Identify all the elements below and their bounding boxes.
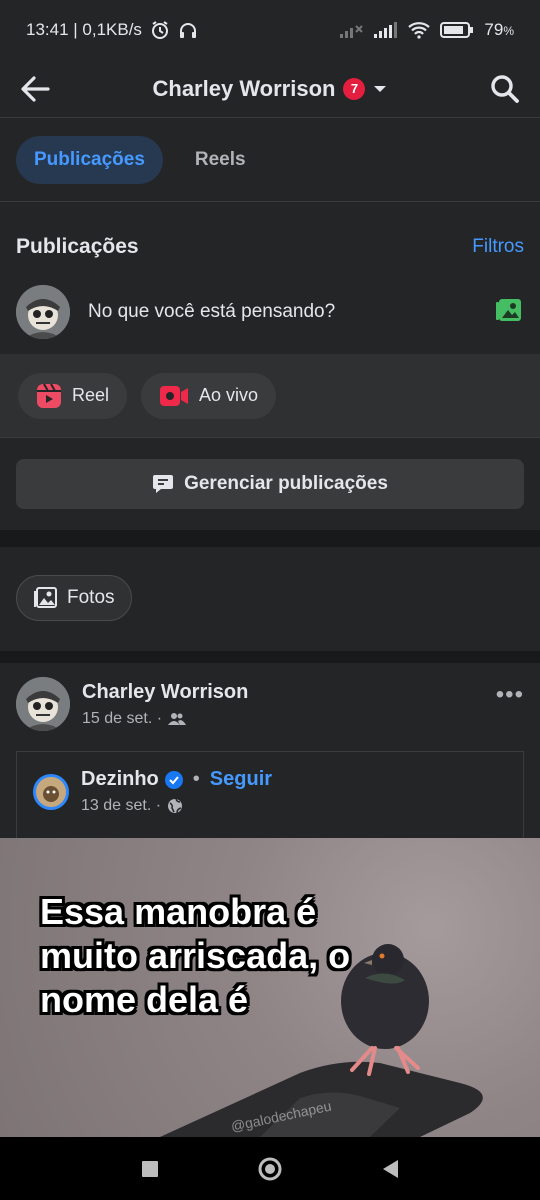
post-author-avatar[interactable]	[16, 677, 70, 731]
shared-author-name[interactable]: Dezinho	[81, 768, 159, 791]
photos-section: Fotos	[0, 547, 540, 651]
search-button[interactable]	[470, 60, 540, 118]
globe-icon	[168, 798, 183, 814]
shared-post: Dezinho • Seguir 13 de set. ·	[16, 751, 524, 851]
manage-posts-button[interactable]: Gerenciar publicações	[16, 459, 524, 509]
wifi-icon	[408, 21, 431, 39]
section-title: Publicações	[16, 235, 139, 258]
avatar[interactable]	[16, 285, 70, 339]
tab-publicacoes[interactable]: Publicações	[16, 135, 163, 184]
back-button[interactable]	[0, 60, 70, 118]
alarm-icon	[150, 20, 170, 40]
meme-line-2: muito arriscada, o	[40, 935, 351, 976]
recents-button[interactable]	[130, 1149, 170, 1189]
photos-icon	[34, 587, 57, 608]
verified-badge-icon	[164, 770, 183, 789]
follow-button[interactable]: Seguir	[210, 768, 272, 791]
reel-icon	[37, 383, 61, 408]
battery-unit: %	[503, 24, 514, 38]
live-video-icon	[160, 385, 189, 406]
composer[interactable]: No que você está pensando?	[0, 282, 540, 342]
post-more-button[interactable]: •••	[496, 681, 524, 709]
post-header: Charley Worrison 15 de set. ·	[16, 677, 248, 731]
friends-icon	[168, 712, 187, 725]
composer-placeholder[interactable]: No que você está pensando?	[88, 301, 494, 323]
manage-section: Gerenciar publicações	[0, 438, 540, 530]
post-image[interactable]: Essa manobra é muito arriscada, o nome d…	[0, 838, 540, 1137]
tab-bar: Publicações Reels	[0, 118, 540, 202]
shared-author-avatar[interactable]	[33, 773, 69, 810]
circle-icon	[258, 1157, 282, 1180]
battery-icon	[440, 21, 474, 39]
search-icon	[491, 74, 519, 103]
meme-line-1: Essa manobra é	[40, 891, 317, 932]
system-nav-bar	[0, 1137, 540, 1200]
photos-label: Fotos	[67, 587, 115, 608]
posts-section: Publicações Filtros No que você está pen…	[0, 202, 540, 354]
headphones-icon	[178, 20, 198, 40]
status-bar: 13:41 | 0,1KB/s 79%	[0, 0, 540, 60]
app-bar: Charley Worrison 7	[0, 60, 540, 118]
photo-icon[interactable]	[494, 296, 524, 329]
triangle-back-icon	[383, 1159, 398, 1178]
square-icon	[142, 1160, 158, 1177]
live-label: Ao vivo	[199, 385, 259, 405]
manage-posts-label: Gerenciar publicações	[184, 473, 388, 494]
create-actions: Reel Ao vivo	[0, 354, 540, 438]
signal-icon	[374, 22, 398, 38]
shared-post-date[interactable]: 13 de set. ·	[81, 797, 161, 815]
post-card: Charley Worrison 15 de set. · ••• Dezinh…	[0, 663, 540, 1137]
profile-switcher[interactable]: Charley Worrison 7	[70, 76, 470, 102]
arrow-left-icon	[21, 75, 50, 102]
post-date[interactable]: 15 de set. ·	[82, 710, 162, 728]
status-time: 13:41 | 0,1KB/s	[26, 20, 142, 39]
post-author-name[interactable]: Charley Worrison	[82, 681, 248, 704]
battery-level: 79	[484, 20, 504, 39]
tab-reels[interactable]: Reels	[177, 136, 264, 184]
signal-weak-icon	[340, 22, 364, 38]
chat-bubble-icon	[153, 475, 174, 493]
reel-button[interactable]: Reel	[18, 372, 128, 419]
live-button[interactable]: Ao vivo	[141, 372, 277, 419]
filter-link[interactable]: Filtros	[472, 236, 524, 258]
photos-button[interactable]: Fotos	[16, 575, 132, 621]
reel-label: Reel	[72, 385, 110, 405]
back-nav-button[interactable]	[370, 1149, 410, 1189]
separator-dot: •	[192, 768, 200, 790]
caret-down-icon	[374, 85, 387, 92]
notification-badge: 7	[343, 77, 366, 100]
page-title: Charley Worrison	[152, 75, 336, 101]
home-button[interactable]	[250, 1149, 290, 1189]
meme-line-3: nome dela é	[40, 979, 249, 1020]
